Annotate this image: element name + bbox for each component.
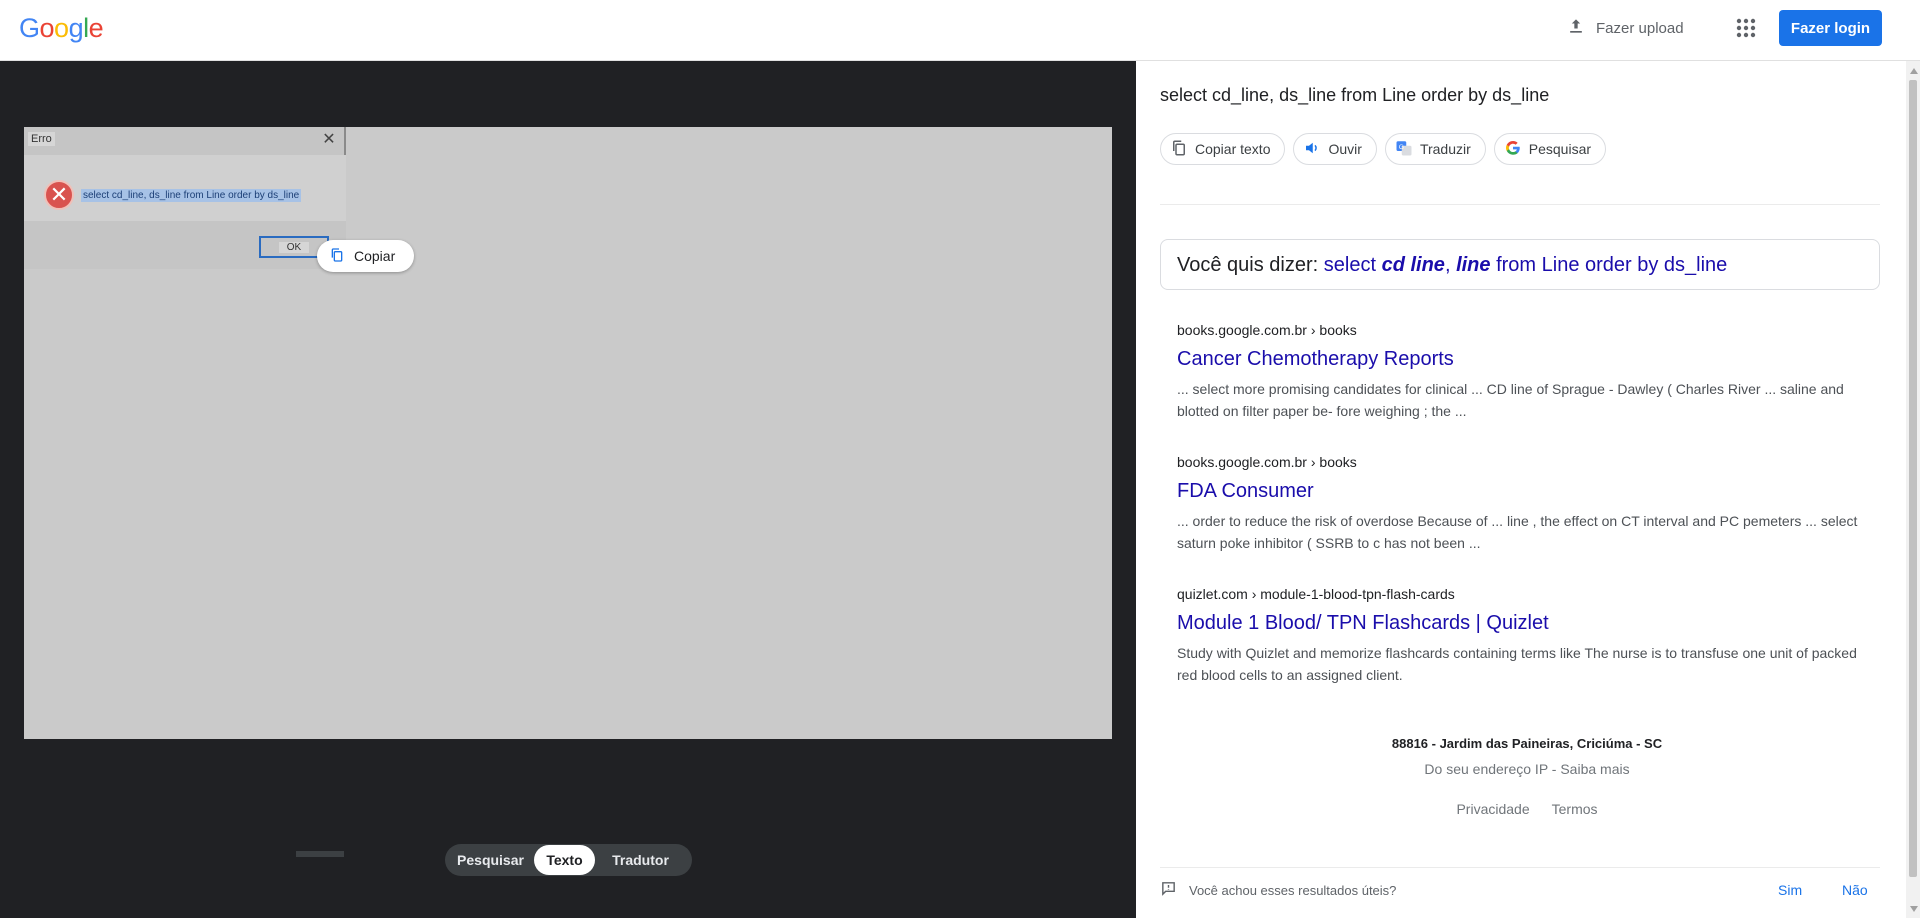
mode-tab-text[interactable]: Texto [534,845,595,875]
panel-bottom-indicator [296,851,344,857]
action-chips: Copiar texto Ouvir G Traduzir Pesquisar [1160,133,1607,165]
extracted-text: select cd_line, ds_line from Line order … [1160,85,1550,105]
divider [1160,867,1880,868]
footer-links: Privacidade Termos [1177,801,1877,817]
terms-link[interactable]: Termos [1552,801,1598,817]
logo-letter: e [88,13,104,43]
scrollbar-thumb[interactable] [1909,80,1917,877]
copy-icon [1170,139,1188,160]
listen-chip[interactable]: Ouvir [1293,133,1377,165]
copy-text-button[interactable]: Copiar [317,240,414,272]
copy-icon [329,247,345,266]
copy-label: Copiar [354,248,396,264]
search-result: quizlet.com › module-1-blood-tpn-flash-c… [1177,586,1877,686]
logo-letter: g [68,13,84,43]
feedback-prompt: Você achou esses resultados úteis? [1160,880,1396,900]
selected-text-region[interactable]: select cd_line, ds_line from Line order … [81,189,302,202]
feedback-yes-button[interactable]: Sim [1778,882,1802,898]
result-url: quizlet.com › module-1-blood-tpn-flash-c… [1177,586,1455,602]
mode-switcher: Pesquisar Texto Tradutor [445,844,692,876]
dialog-title: Erro [28,132,55,146]
error-icon: ✕ [44,180,74,210]
logo-letter: G [19,13,40,43]
divider [1160,204,1880,205]
logo-letter: o [39,13,55,43]
apps-grid-icon[interactable] [1734,16,1758,40]
translate-chip[interactable]: G Traduzir [1384,133,1486,165]
search-result: books.google.com.br › books FDA Consumer… [1177,454,1877,554]
scroll-down-arrow-icon[interactable] [1910,906,1918,912]
mode-tab-search[interactable]: Pesquisar [447,845,534,875]
result-url: books.google.com.br › books [1177,454,1357,470]
did-you-mean-box: Você quis dizer: select cd line, line fr… [1160,239,1880,290]
search-result: books.google.com.br › books Cancer Chemo… [1177,322,1877,422]
chip-label: Pesquisar [1528,141,1592,157]
location-source-link[interactable]: Do seu endereço IP - Saiba mais [1177,761,1877,777]
did-you-mean-prefix: Você quis dizer: [1177,254,1319,276]
suggestion-correction: cd line [1381,254,1445,276]
suggestion-part: , [1444,254,1457,276]
google-g-icon [1504,139,1522,160]
scroll-up-arrow-icon[interactable] [1910,68,1918,74]
privacy-link[interactable]: Privacidade [1456,801,1529,817]
upload-icon [1566,16,1586,40]
logo-letter: o [54,13,69,43]
dialog-ok-label: OK [278,241,310,253]
result-title-link[interactable]: Module 1 Blood/ TPN Flashcards | Quizlet [1177,612,1877,635]
feedback-icon [1160,880,1177,900]
dialog-title-bar: Erro ✕ [24,127,346,155]
google-logo[interactable]: Google [19,13,104,43]
feedback-no-button[interactable]: Não [1842,882,1868,898]
chip-label: Traduzir [1419,141,1471,157]
chip-label: Ouvir [1328,141,1362,157]
dialog-footer: OK [24,221,346,269]
chip-label: Copiar texto [1195,141,1271,157]
suggestion-part: from Line order by ds_line [1490,254,1728,276]
login-button[interactable]: Fazer login [1779,10,1882,46]
error-dialog-screenshot: Erro ✕ ✕ select cd_line, ds_line from Li… [24,127,346,269]
result-url: books.google.com.br › books [1177,322,1357,338]
result-snippet: ... select more promising candidates for… [1177,381,1844,419]
suggestion-part: select [1323,254,1382,276]
upload-label: Fazer upload [1596,19,1684,37]
mode-tab-translate[interactable]: Tradutor [595,845,686,875]
result-snippet: Study with Quizlet and memorize flashcar… [1177,645,1857,683]
suggestion-correction: line [1456,254,1491,276]
result-title-link[interactable]: Cancer Chemotherapy Reports [1177,348,1877,371]
result-title-link[interactable]: FDA Consumer [1177,480,1877,503]
copy-text-chip[interactable]: Copiar texto [1160,133,1286,165]
did-you-mean-suggestion[interactable]: select cd line, line from Line order by … [1324,254,1728,276]
feedback-question: Você achou esses resultados úteis? [1189,882,1397,898]
result-snippet: ... order to reduce the risk of overdose… [1177,513,1858,551]
upload-button[interactable]: Fazer upload [1566,12,1684,44]
location-text: 88816 - Jardim das Paineiras, Criciúma -… [1391,736,1663,751]
dialog-body: ✕ select cd_line, ds_line from Line orde… [24,155,346,221]
top-bar: Google Fazer upload Fazer login [0,0,1920,61]
svg-text:G: G [1399,143,1404,150]
search-chip[interactable]: Pesquisar [1493,133,1607,165]
dialog-close-icon: ✕ [322,131,336,148]
speaker-icon [1303,139,1321,160]
translate-icon: G [1395,139,1413,160]
